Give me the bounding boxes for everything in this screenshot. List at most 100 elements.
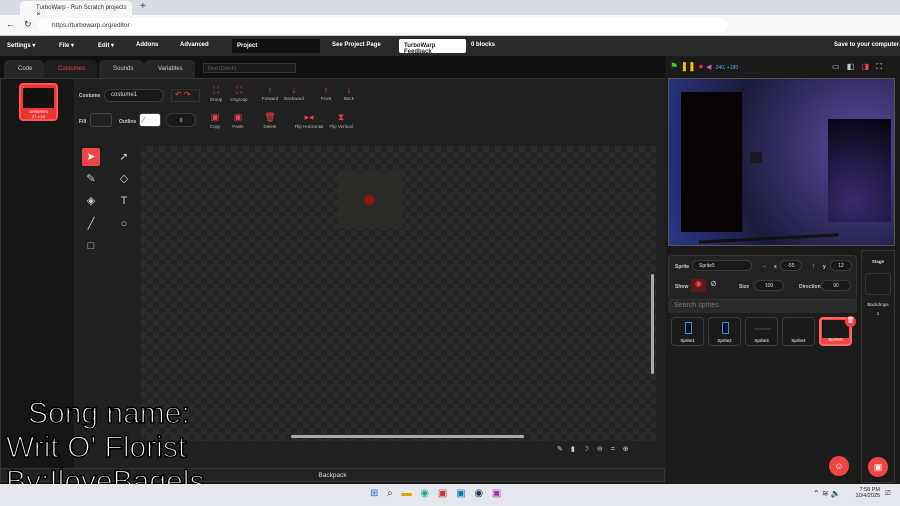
search-icon[interactable]: ⌕	[387, 488, 393, 499]
select-tool-icon[interactable]: ➤	[82, 148, 100, 166]
fill-color-picker[interactable]	[90, 113, 112, 127]
stop-icon[interactable]: ●	[698, 61, 703, 71]
text-tool-icon[interactable]: T	[115, 192, 133, 210]
zoom-reset-icon[interactable]: =	[611, 446, 615, 453]
tab-code[interactable]: Code	[4, 60, 44, 78]
flip-vertical-button[interactable]: ⧗ Flip Vertical	[324, 112, 358, 129]
outline-color-picker[interactable]: ⁄	[139, 113, 161, 127]
file-menu[interactable]: File ▾	[59, 42, 74, 49]
settings-menu[interactable]: Settings ▾	[7, 42, 35, 49]
edit-menu[interactable]: Edit ▾	[98, 42, 114, 49]
delete-sprite-icon[interactable]: 🗑	[845, 316, 856, 327]
vector-icon[interactable]: ▮	[571, 446, 575, 453]
start-icon[interactable]: ⊞	[370, 488, 378, 499]
mute-icon[interactable]: ◀	[706, 64, 711, 71]
size-input[interactable]: 100	[754, 280, 784, 291]
bitmap-icon[interactable]: ✎	[557, 446, 563, 453]
find-input[interactable]: Find (Ctrl+F)	[203, 63, 296, 73]
editor-tabs: Code Costumes Sounds Variables Find (Ctr…	[0, 56, 665, 78]
costume-name-input[interactable]: costume1	[104, 89, 164, 102]
delete-button[interactable]: 🗑 Delete	[255, 112, 285, 129]
large-stage-icon[interactable]: ◨	[862, 62, 870, 71]
paste-button[interactable]: ▣ Paste	[223, 112, 253, 129]
app-icon[interactable]: ▣	[492, 488, 501, 499]
costume-label: Costume	[79, 93, 101, 99]
project-title-input[interactable]: Project	[232, 39, 320, 53]
x-input[interactable]: -55	[780, 260, 802, 271]
app-icon[interactable]: ▣	[438, 488, 447, 499]
tab-costumes[interactable]: Costumes	[44, 60, 97, 78]
green-flag-icon[interactable]: ⚑	[670, 61, 678, 71]
zoom-out-icon[interactable]: ⊖	[597, 446, 603, 453]
show-visible-icon[interactable]: ◉	[691, 279, 706, 292]
search-sprites-input[interactable]: Search sprites	[668, 300, 857, 313]
circle-tool-icon[interactable]: ○	[115, 215, 133, 233]
notification-icon[interactable]: ⎚	[885, 490, 891, 498]
paint-canvas[interactable]	[141, 146, 656, 441]
pause-icon[interactable]: ❚❚	[681, 61, 696, 71]
sprite-item-selected[interactable]: Sprite5 🗑	[819, 316, 856, 346]
tab-variables[interactable]: Variables	[144, 60, 195, 78]
sprite5[interactable]	[750, 152, 762, 163]
direction-input[interactable]: 90	[821, 280, 851, 291]
explorer-icon[interactable]: ▬	[402, 488, 412, 499]
sprite-list: Sprite1 Sprite2 Sprite3 Sprite4 Sprite5 …	[668, 313, 857, 483]
normal-stage-icon[interactable]: ◧	[847, 62, 855, 71]
zoom-in-icon[interactable]: ⊕	[623, 446, 629, 453]
rectangle-tool-icon[interactable]: □	[82, 237, 100, 255]
steam-icon[interactable]: ◉	[474, 488, 483, 499]
flip-horizontal-button[interactable]: ▸◂ Flip Horizontal	[289, 112, 329, 129]
back-icon[interactable]: ←	[6, 19, 15, 29]
horizontal-scrollbar[interactable]	[291, 435, 524, 438]
fill-label: Fill	[79, 119, 87, 125]
reshape-tool-icon[interactable]: ➚	[115, 148, 133, 166]
small-stage-icon[interactable]: ▭	[832, 62, 840, 71]
fullscreen-icon[interactable]: ⛶	[876, 62, 882, 71]
redo-icon[interactable]: ↷	[184, 90, 191, 99]
stage-canvas[interactable]	[668, 78, 895, 246]
add-backdrop-button[interactable]: ▣	[868, 457, 888, 477]
back-button[interactable]: ↓ Back	[334, 85, 364, 101]
feedback-button[interactable]: TurboWarp Feedback	[399, 39, 466, 55]
save-button[interactable]: Save to your computer	[834, 42, 899, 48]
stage-pane[interactable]: Stage Backdrops 1 ▣	[861, 250, 895, 483]
backward-button[interactable]: ↓ Backward	[279, 85, 309, 101]
sprite-item[interactable]: Sprite1	[671, 317, 704, 346]
store-icon[interactable]: ▣	[456, 488, 465, 499]
x-label: x	[774, 264, 777, 270]
tray-icons[interactable]: ⌃ ≋ 🔈	[813, 489, 841, 498]
add-sprite-button[interactable]: ☺	[829, 456, 849, 476]
costume-item[interactable]: 1 costume1 27 x 25	[19, 83, 58, 121]
sprite-name-input[interactable]: Sprite5	[692, 260, 752, 271]
y-input[interactable]: 12	[830, 260, 852, 271]
new-tab-icon[interactable]: +	[140, 1, 146, 12]
ungroup-button[interactable]: ⛶ Ungroup	[224, 85, 254, 102]
eraser-tool-icon[interactable]: ◇	[115, 170, 133, 188]
undo-icon[interactable]: ↶	[175, 90, 182, 99]
tab-sounds[interactable]: Sounds	[99, 60, 144, 78]
edge-icon[interactable]: ◉	[420, 488, 429, 499]
see-project-page-button[interactable]: See Project Page	[332, 42, 381, 48]
vertical-scrollbar[interactable]	[651, 274, 654, 374]
advanced-menu[interactable]: Advanced	[180, 42, 209, 48]
reload-icon[interactable]: ↻	[24, 19, 32, 30]
sprite-item[interactable]: Sprite3	[745, 317, 778, 346]
dark-mode-icon[interactable]: ☽	[583, 446, 589, 453]
clock[interactable]: 7:58 PM 10/4/2025	[852, 487, 880, 499]
brush-tool-icon[interactable]: ✎	[82, 170, 100, 188]
stage-thumbnail	[865, 273, 891, 295]
url-input[interactable]: https://turbowarp.org/editor	[38, 18, 728, 33]
taskbar: ⊞ ⌕ ▬ ◉ ▣ ▣ ◉ ▣ ⌃ ≋ 🔈 7:58 PM 10/4/2025 ⎚	[0, 484, 900, 506]
browser-tab[interactable]: TurboWarp - Run Scratch projects ✕	[20, 1, 132, 18]
block-count: 0 blocks	[471, 42, 496, 48]
sprite-item[interactable]: Sprite4	[782, 317, 815, 346]
layout-controls: ▭ ◧ ◨ ⛶	[832, 62, 882, 72]
outline-width-input[interactable]: 0	[166, 113, 196, 127]
show-hidden-icon[interactable]: ⊘	[706, 279, 721, 292]
addons-button[interactable]: Addons	[136, 42, 158, 48]
sprite-item[interactable]: Sprite2	[708, 317, 741, 346]
mouse-coords: -240, +180	[714, 65, 739, 71]
line-tool-icon[interactable]: ╱	[82, 215, 100, 233]
fill-tool-icon[interactable]: ◈	[82, 192, 100, 210]
size-label: Size	[739, 284, 750, 290]
